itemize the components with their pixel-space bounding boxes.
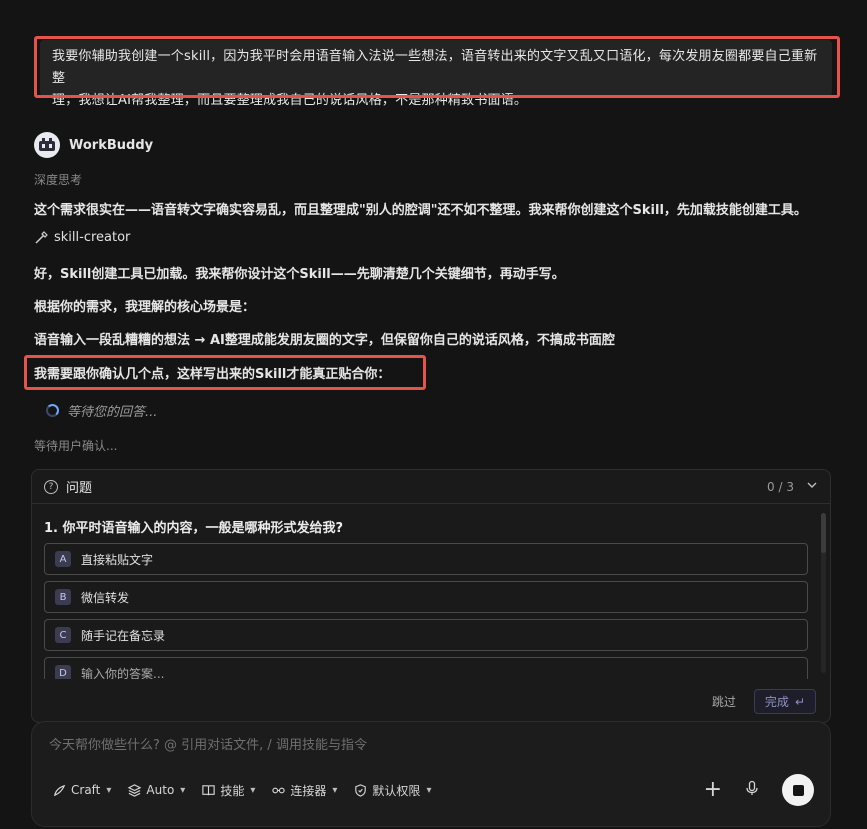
- option-a[interactable]: A 直接粘贴文字: [44, 543, 808, 575]
- microphone-icon[interactable]: [744, 780, 760, 800]
- agent-line-4: 语音输入一段乱糟糟的想法 → AI整理成能发朋友圈的文字，但保留你自己的说话风格…: [34, 333, 615, 348]
- user-message-line-1: 我要你辅助我创建一个skill，因为我平时会用语音输入法说一些想法，语音转出来的…: [52, 49, 818, 86]
- permission-label: 默认权限: [372, 783, 421, 798]
- agent-name: WorkBuddy: [69, 137, 154, 153]
- done-button[interactable]: 完成 ↵: [753, 689, 816, 714]
- question-card-title: 问题: [66, 481, 93, 496]
- question-count: 0 / 3: [767, 479, 794, 494]
- custom-answer-input[interactable]: 输入你的答案...: [81, 665, 164, 680]
- option-label: 微信转发: [81, 590, 130, 605]
- craft-label: Craft: [71, 783, 101, 797]
- waiting-confirm-text: 等待用户确认...: [34, 439, 118, 453]
- craft-icon: [53, 784, 66, 796]
- chevron-down-icon: ▾: [180, 784, 186, 796]
- craft-mode-button[interactable]: Craft ▾: [52, 783, 111, 798]
- done-label: 完成: [764, 695, 789, 709]
- skills-button[interactable]: 技能 ▾: [201, 782, 255, 799]
- wand-icon: [35, 231, 48, 244]
- enter-icon: ↵: [794, 694, 805, 709]
- collapse-chevron-icon[interactable]: [806, 479, 818, 494]
- chevron-down-icon: ▾: [250, 784, 256, 796]
- connector-button[interactable]: 连接器 ▾: [271, 782, 337, 799]
- composer-right-tools: +: [704, 774, 814, 806]
- auto-label: Auto: [146, 783, 175, 797]
- composer-input[interactable]: 今天帮你做些什么? @ 引用对话文件, / 调用技能与指令: [49, 734, 367, 753]
- composer-toolbar: Craft ▾ Auto ▾ 技能 ▾ 连接器 ▾ 默认权限 ▾: [52, 774, 431, 806]
- question-body: 1. 你平时语音输入的内容，一般是哪种形式发给我? A 直接粘贴文字 B 微信转…: [32, 505, 830, 679]
- waiting-answer-text: 等待您的回答...: [67, 405, 158, 420]
- book-icon: [202, 784, 216, 795]
- skill-creator-tool[interactable]: skill-creator: [34, 229, 130, 245]
- option-key: C: [55, 627, 71, 643]
- skill-creator-label: skill-creator: [54, 229, 131, 245]
- question-card: ? 问题 0 / 3 1. 你平时语音输入的内容，一般是哪种形式发给我? A 直…: [31, 469, 831, 723]
- option-key: D: [55, 665, 71, 679]
- skills-label: 技能: [220, 783, 245, 798]
- agent-line-1: 这个需求很实在——语音转文字确实容易乱，而且整理成"别人的腔调"还不如不整理。我…: [34, 203, 807, 218]
- composer: 今天帮你做些什么? @ 引用对话文件, / 调用技能与指令 Craft ▾ Au…: [31, 721, 831, 827]
- deep-thinking-label[interactable]: 深度思考: [34, 171, 82, 188]
- option-label: 随手记在备忘录: [81, 628, 166, 643]
- workbuddy-avatar-icon: [34, 132, 60, 158]
- option-key: B: [55, 589, 71, 605]
- question-help-icon: ?: [44, 479, 58, 494]
- option-c[interactable]: C 随手记在备忘录: [44, 619, 808, 651]
- question-footer: 跳过 完成 ↵: [32, 679, 830, 722]
- chevron-down-icon: ▾: [332, 784, 338, 796]
- option-b[interactable]: B 微信转发: [44, 581, 808, 613]
- option-label: 直接粘贴文字: [81, 552, 154, 567]
- chevron-down-icon: ▾: [106, 784, 112, 796]
- chevron-down-icon: ▾: [426, 784, 432, 796]
- connector-label: 连接器: [290, 783, 327, 798]
- user-message-line-2: 理，我想让AI帮我整理，而且要整理成我自己的说话风格，不是那种精致书面语。: [52, 93, 528, 108]
- stop-icon: [792, 784, 804, 796]
- waiting-answer-status: 等待您的回答...: [46, 401, 157, 420]
- stop-button[interactable]: [782, 774, 814, 806]
- user-message-bubble: 我要你辅助我创建一个skill，因为我平时会用语音输入法说一些想法，语音转出来的…: [40, 40, 832, 108]
- auto-model-button[interactable]: Auto ▾: [127, 783, 185, 798]
- agent-line-2: 好，Skill创建工具已加载。我来帮你设计这个Skill——先聊清楚几个关键细节…: [34, 267, 565, 282]
- skip-button[interactable]: 跳过: [712, 693, 736, 710]
- agent-header: WorkBuddy: [34, 131, 153, 159]
- agent-line-5: 我需要跟你确认几个点，这样写出来的Skill才能真正贴合你：: [34, 367, 391, 382]
- option-key: A: [55, 551, 71, 567]
- shield-icon: [355, 783, 367, 797]
- question-scrollbar[interactable]: [821, 513, 826, 673]
- option-d-custom-answer[interactable]: D 输入你的答案...: [44, 657, 808, 679]
- permission-button[interactable]: 默认权限 ▾: [353, 782, 431, 799]
- question-card-header[interactable]: ? 问题 0 / 3: [32, 470, 830, 504]
- layers-icon: [128, 783, 142, 797]
- link-icon: [272, 787, 286, 793]
- agent-line-3: 根据你的需求，我理解的核心场景是：: [34, 300, 256, 315]
- add-attachment-icon[interactable]: +: [704, 779, 722, 801]
- loading-spinner-icon: [46, 404, 59, 417]
- question-text: 1. 你平时语音输入的内容，一般是哪种形式发给我?: [44, 521, 344, 536]
